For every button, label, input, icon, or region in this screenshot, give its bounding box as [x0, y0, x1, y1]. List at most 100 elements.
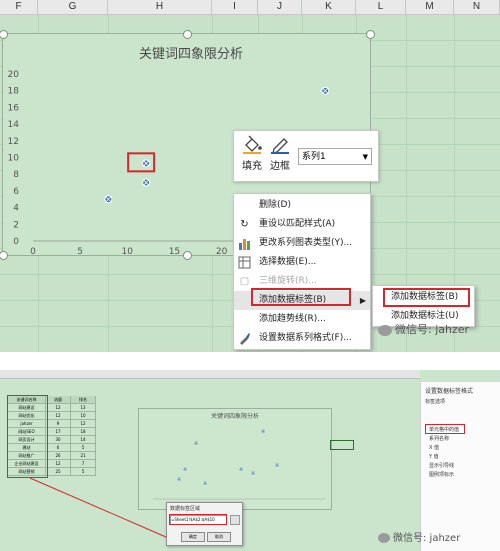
pane-title: 设置数据标签格式: [425, 388, 474, 395]
menu-item-label: 设置数据系列格式(F)...: [259, 333, 352, 343]
column-header-cell[interactable]: K: [302, 0, 356, 14]
small-scatter-chart[interactable]: 关键词四象限分析 ※ ※ ※ ※ ※ ※ ※ ※: [138, 408, 332, 510]
dialog-input-highlight: [169, 514, 227, 525]
data-label-range-dialog: 数据标签区域 =Sheet1!$A$2:$A$10 确定 取消: [166, 502, 243, 546]
watermark-text: 微信号: jahzer: [393, 533, 461, 544]
chevron-down-icon: ▼: [362, 153, 368, 161]
y-tick-label: 12: [8, 137, 19, 147]
column-header-bar: F G H I J K L M N: [0, 0, 500, 15]
wechat-icon: [378, 533, 390, 543]
menu-item-label: 选择数据(E)...: [259, 257, 317, 267]
column-header-cell[interactable]: M: [406, 0, 454, 14]
chart-type-icon: [238, 237, 251, 250]
option-leader-lines[interactable]: 显示引导线: [429, 462, 454, 469]
menu-item-label: 删除(D): [259, 200, 291, 210]
select-data-icon: [238, 256, 251, 269]
dialog-cancel-button[interactable]: 取消: [207, 532, 231, 542]
3d-rotate-icon: ▢: [239, 276, 250, 287]
menu-item-format-series[interactable]: 设置数据系列格式(F)...: [234, 329, 370, 348]
series-select-value: 系列1: [302, 152, 326, 162]
dialog-title: 数据标签区域: [170, 506, 201, 512]
pane-subtitle: 标签选项: [425, 399, 446, 405]
menu-item-label: 重设以匹配样式(A): [259, 219, 336, 229]
option-y-value[interactable]: Y 值: [429, 453, 439, 460]
selected-cell[interactable]: [330, 440, 354, 450]
x-tick-label: 20: [216, 247, 228, 255]
format-data-labels-pane: 设置数据标签格式 标签选项 单元格中的值 系列名称 X 值 Y 值 显示引导线 …: [420, 382, 500, 551]
resize-handle[interactable]: [366, 30, 375, 39]
svg-text:※: ※: [261, 429, 265, 435]
excel-sheet-top: F G H I J K L M N 关键词四象限分析 20 18 16 14 12 10 8…: [0, 0, 500, 352]
column-header-cell[interactable]: I: [212, 0, 258, 14]
menu-item-delete[interactable]: 删除(D): [234, 196, 370, 215]
x-tick-label: 10: [122, 247, 134, 255]
mini-format-toolbar: 填充 边框 系列1 ▼: [233, 130, 379, 182]
scatter-point[interactable]: [142, 159, 151, 168]
dialog-ok-button[interactable]: 确定: [181, 532, 205, 542]
pen-icon: [271, 138, 289, 154]
option-highlight-box: [425, 424, 465, 434]
menu-item-change-chart-type[interactable]: 更改系列图表类型(Y)...: [234, 234, 370, 253]
small-chart-canvas: ※ ※ ※ ※ ※ ※ ※ ※: [153, 429, 325, 500]
x-tick-label: 0: [30, 247, 36, 255]
y-tick-label: 2: [13, 220, 19, 230]
y-tick-label: 8: [13, 170, 19, 180]
x-tick-label: 15: [169, 247, 180, 255]
fill-button[interactable]: 填充: [240, 134, 264, 172]
y-tick-label: 14: [8, 120, 20, 130]
collapse-dialog-icon[interactable]: [230, 515, 240, 525]
column-header-cell[interactable]: J: [258, 0, 302, 14]
y-tick-label: 4: [13, 204, 19, 214]
option-series-name[interactable]: 系列名称: [429, 435, 449, 442]
svg-text:※: ※: [239, 467, 243, 473]
resize-handle[interactable]: [183, 30, 192, 39]
excel-sheet-bottom: 关键词名称 流量 排名 网站建设 12 13 网站优化 12 10 jahzer…: [0, 370, 500, 551]
fill-label: 填充: [242, 161, 262, 172]
column-header-cell[interactable]: G: [38, 0, 108, 14]
svg-text:※: ※: [177, 477, 181, 483]
svg-text:※: ※: [251, 471, 255, 477]
column-header-cell[interactable]: F: [0, 0, 38, 14]
series-select[interactable]: 系列1 ▼: [298, 148, 372, 165]
scatter-point[interactable]: [142, 178, 151, 187]
wechat-icon: [378, 324, 392, 336]
x-tick-label: 5: [77, 247, 83, 255]
column-header-cell[interactable]: H: [108, 0, 212, 14]
menu-item-label: 添加趋势线(R)...: [259, 314, 326, 324]
watermark-bottom: 微信号: jahzer: [378, 529, 460, 544]
menu-item-select-data[interactable]: 选择数据(E)...: [234, 253, 370, 272]
menu-item-reset-style[interactable]: ↻ 重设以匹配样式(A): [234, 215, 370, 234]
y-tick-label: 16: [8, 103, 20, 113]
submenu-highlight-box: [383, 288, 470, 307]
context-menu: 删除(D) ↻ 重设以匹配样式(A) 更改系列图表类型(Y)... 选择数据(E…: [233, 193, 371, 350]
menu-item-add-trendline[interactable]: 添加趋势线(R)...: [234, 310, 370, 329]
y-tick-label: 20: [8, 70, 20, 80]
resize-handle[interactable]: [183, 251, 192, 260]
y-tick-label: 18: [8, 87, 20, 97]
svg-text:※: ※: [194, 441, 198, 447]
paint-bucket-icon: [243, 135, 262, 154]
selected-point-highlight: [127, 152, 156, 173]
border-button[interactable]: 边框: [268, 134, 292, 172]
reset-style-icon: ↻: [240, 219, 249, 230]
y-tick-label: 10: [8, 154, 20, 164]
y-tick-label: 6: [13, 187, 19, 197]
scatter-point[interactable]: [321, 86, 330, 95]
y-tick-label: 0: [13, 237, 19, 247]
menu-item-label: 更改系列图表类型(Y)...: [259, 238, 353, 248]
scatter-point[interactable]: [104, 195, 113, 204]
resize-handle[interactable]: [0, 251, 8, 260]
watermark: 微信号: jahzer: [378, 321, 469, 337]
option-legend-key[interactable]: 图例项标示: [429, 471, 454, 478]
chevron-right-icon: ▶: [359, 296, 366, 305]
svg-text:※: ※: [183, 467, 187, 473]
svg-text:※: ※: [275, 463, 279, 469]
option-x-value[interactable]: X 值: [429, 444, 439, 451]
column-header-cell[interactable]: N: [454, 0, 500, 14]
chart-title: 关键词四象限分析: [139, 47, 243, 62]
column-header-cell[interactable]: L: [356, 0, 406, 14]
watermark-text: 微信号: jahzer: [395, 323, 470, 336]
svg-text:※: ※: [203, 481, 207, 487]
format-series-icon: [238, 332, 251, 345]
menu-highlight-box: [251, 288, 351, 306]
